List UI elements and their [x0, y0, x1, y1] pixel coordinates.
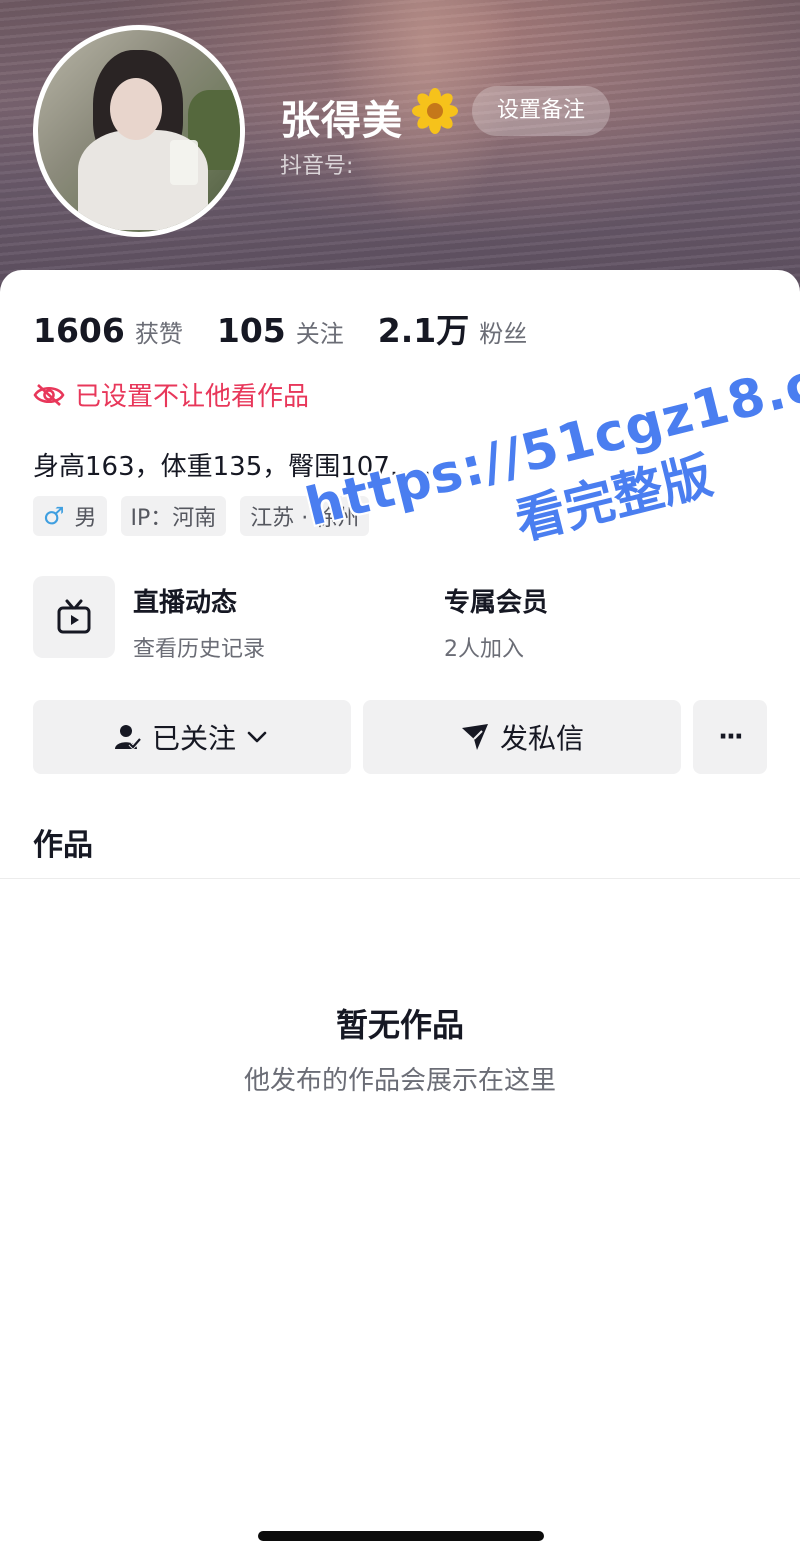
live-icon-box [33, 576, 115, 658]
following-label: 已关注 [151, 722, 236, 755]
send-message-button[interactable]: 发私信 [363, 700, 681, 774]
stat-label: 关注 [295, 320, 344, 348]
flower-icon [412, 88, 458, 134]
empty-state-title: 暂无作品 [335, 1006, 464, 1044]
avatar[interactable] [33, 25, 245, 237]
username: 张得美 [280, 98, 403, 144]
douyin-id-label: 抖音号: [280, 154, 354, 179]
live-entry-subtitle: 查看历史记录 [133, 637, 266, 662]
chevron-down-icon [247, 731, 267, 743]
stat-value: 1606 [33, 311, 125, 350]
stats-row: 1606 获赞 105 关注 2.1万 粉丝 [33, 304, 561, 352]
tab-works[interactable]: 作品 [33, 820, 93, 864]
male-icon: ♂ [43, 502, 65, 530]
gender-tag: ♂ 男 [33, 496, 107, 536]
stat-label: 获赞 [134, 320, 183, 348]
stat-followers[interactable]: 2.1万 粉丝 [378, 304, 527, 352]
stat-label: 粉丝 [479, 320, 528, 348]
divider [0, 878, 800, 879]
live-history-entry[interactable]: 直播动态 查看历史记录 [33, 576, 265, 663]
vip-entry-title: 专属会员 [444, 588, 549, 618]
vip-entry-subtitle: 2人加入 [444, 637, 524, 662]
vip-entry[interactable]: 专属会员 2人加入 [444, 582, 548, 663]
eye-off-icon [33, 383, 65, 406]
more-button[interactable]: ··· [693, 700, 767, 774]
home-indicator[interactable] [258, 1531, 544, 1541]
stat-following[interactable]: 105 关注 [217, 311, 344, 350]
stat-likes[interactable]: 1606 获赞 [33, 311, 183, 350]
live-entry-title: 直播动态 [133, 588, 238, 618]
set-remark-button[interactable]: 设置备注 [472, 86, 610, 136]
ip-tag: IP：河南 [120, 496, 227, 536]
tv-icon [57, 599, 91, 634]
send-message-label: 发私信 [499, 722, 584, 755]
empty-state-subtitle: 他发布的作品会展示在这里 [243, 1066, 556, 1096]
send-icon [461, 724, 488, 750]
stat-value: 105 [216, 311, 286, 350]
gender-text: 男 [74, 506, 97, 531]
following-button[interactable]: 已关注 [33, 700, 351, 774]
more-icon: ··· [718, 722, 744, 752]
restriction-notice[interactable]: 已设置不让他看作品 [33, 376, 309, 413]
user-check-icon [114, 725, 142, 750]
restriction-text: 已设置不让他看作品 [75, 382, 310, 412]
stat-value: 2.1万 [377, 311, 470, 350]
